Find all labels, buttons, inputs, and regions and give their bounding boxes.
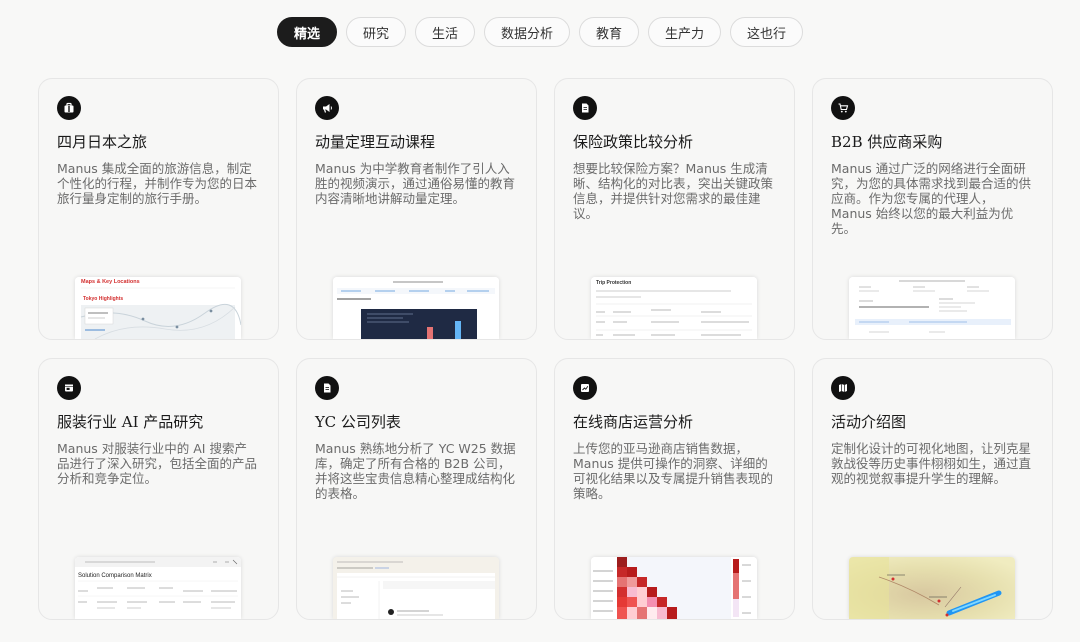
preview-comparison-matrix: Solution Comparison Matrix	[75, 557, 241, 619]
tab-research[interactable]: 研究	[345, 17, 406, 47]
document-icon	[573, 96, 597, 120]
card-title: 在线商店运营分析	[573, 413, 694, 431]
megaphone-icon	[315, 96, 339, 120]
preview-travel-guide: Maps & Key Locations Tokyo Highlights	[75, 277, 241, 339]
use-case-grid: 四月日本之旅 Manus 集成全面的旅游信息，制定个性化的行程，并制作专为您的日…	[38, 78, 1053, 620]
tab-productivity[interactable]: 生产力	[648, 17, 722, 47]
preview-video-lesson	[333, 277, 499, 339]
preview-agent-workspace	[333, 557, 499, 619]
preview-heading: Trip Protection	[596, 280, 631, 286]
use-case-card-japan-trip[interactable]: 四月日本之旅 Manus 集成全面的旅游信息，制定个性化的行程，并制作专为您的日…	[38, 78, 279, 340]
use-case-card-store-analytics[interactable]: 在线商店运营分析 上传您的亚马逊商店销售数据，Manus 提供可操作的洞察、详细…	[554, 358, 795, 620]
preview-correlation-heatmap	[591, 557, 757, 619]
use-case-card-b2b-sourcing[interactable]: B2B 供应商采购 Manus 通过广泛的网络进行全面研究，为您的具体需求找到最…	[812, 78, 1053, 340]
use-case-card-battle-map[interactable]: 活动介绍图 定制化设计的可视化地图，让列克星敦战役等历史事件栩栩如生，通过直观的…	[812, 358, 1053, 620]
preview-heading: Solution Comparison Matrix	[78, 573, 152, 579]
card-description: Manus 通过广泛的网络进行全面研究，为您的具体需求找到最合适的供应商。作为您…	[831, 161, 1032, 236]
tab-education[interactable]: 教育	[579, 17, 640, 47]
card-description: 想要比较保险方案？Manus 生成清晰、结构化的对比表，突出关键政策信息，并提供…	[573, 161, 774, 221]
card-title: 动量定理互动课程	[315, 133, 436, 151]
use-case-card-apparel-ai-research[interactable]: 服装行业 AI 产品研究 Manus 对服装行业中的 AI 搜索产品进行了深入研…	[38, 358, 279, 620]
preview-supplier-report	[849, 277, 1015, 339]
browser-icon	[57, 376, 81, 400]
preview-comparison-table: Trip Protection	[591, 277, 757, 339]
preview-heading: Maps & Key Locations	[81, 279, 140, 285]
card-title: 活动介绍图	[831, 413, 907, 431]
card-title: 保险政策比较分析	[573, 133, 694, 151]
suitcase-icon	[57, 96, 81, 120]
map-icon	[831, 376, 855, 400]
card-description: Manus 集成全面的旅游信息，制定个性化的行程，并制作专为您的日本旅行量身定制…	[57, 161, 258, 206]
card-description: 定制化设计的可视化地图，让列克星敦战役等历史事件栩栩如生，通过直观的视觉叙事提升…	[831, 441, 1032, 486]
card-title: 服装行业 AI 产品研究	[57, 413, 204, 431]
tab-featured[interactable]: 精选	[276, 17, 337, 47]
chart-icon	[573, 376, 597, 400]
card-description: Manus 对服装行业中的 AI 搜索产品进行了深入研究，包括全面的产品分析和竞…	[57, 441, 258, 486]
card-title: 四月日本之旅	[57, 133, 148, 151]
tab-data-analysis[interactable]: 数据分析	[483, 17, 570, 47]
use-case-card-insurance-comparison[interactable]: 保险政策比较分析 想要比较保险方案？Manus 生成清晰、结构化的对比表，突出关…	[554, 78, 795, 340]
card-description: 上传您的亚马逊商店销售数据，Manus 提供可操作的洞察、详细的可视化结果以及专…	[573, 441, 774, 501]
card-title: YC 公司列表	[315, 413, 401, 431]
use-case-card-momentum-course[interactable]: 动量定理互动课程 Manus 为中学教育者制作了引人入胜的视频演示，通过通俗易懂…	[296, 78, 537, 340]
tab-misc[interactable]: 这也行	[730, 17, 804, 47]
cart-icon	[831, 96, 855, 120]
preview-subheading: Tokyo Highlights	[83, 296, 123, 302]
card-title: B2B 供应商采购	[831, 133, 943, 151]
use-case-card-yc-companies[interactable]: YC 公司列表 Manus 熟练地分析了 YC W25 数据库，确定了所有合格的…	[296, 358, 537, 620]
card-description: Manus 为中学教育者制作了引人入胜的视频演示，通过通俗易懂的教育内容清晰地讲…	[315, 161, 516, 206]
document-icon	[315, 376, 339, 400]
tab-life[interactable]: 生活	[414, 17, 475, 47]
card-description: Manus 熟练地分析了 YC W25 数据库，确定了所有合格的 B2B 公司，…	[315, 441, 516, 501]
category-tabs: 精选 研究 生活 数据分析 教育 生产力 这也行	[0, 17, 1080, 47]
preview-battle-map	[849, 557, 1015, 619]
